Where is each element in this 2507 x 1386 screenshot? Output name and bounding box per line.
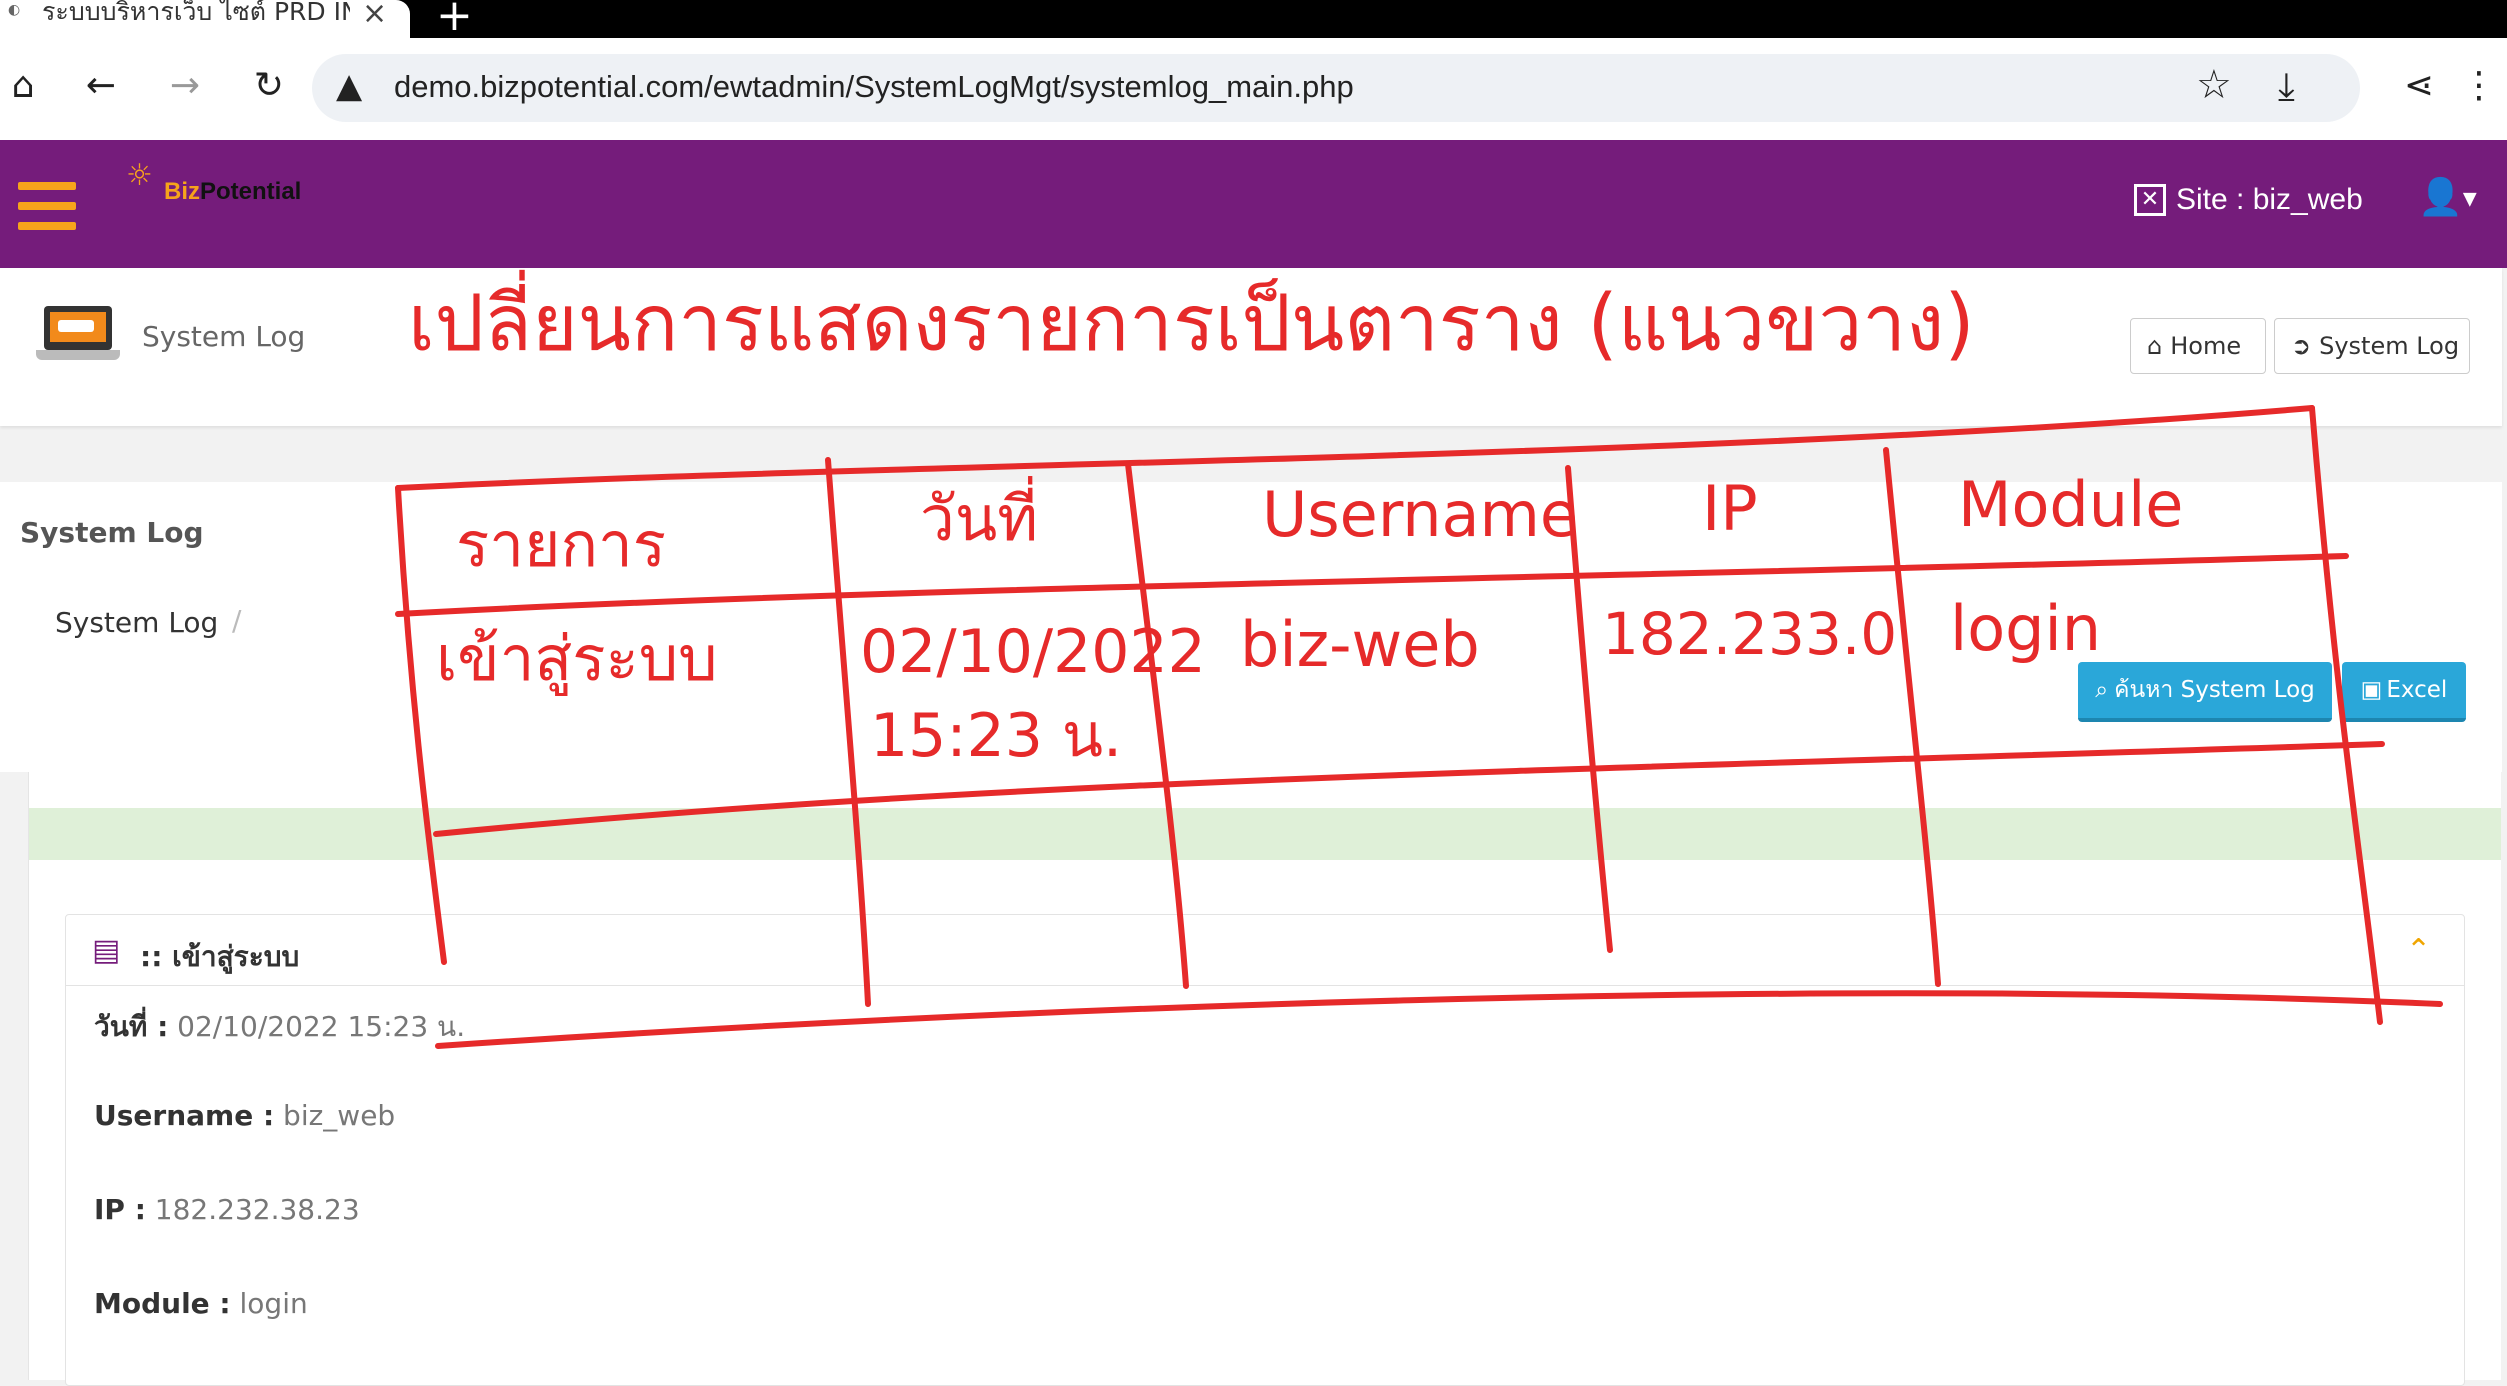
download-icon[interactable]: ⤓ (2278, 64, 2295, 109)
home-button[interactable]: ⌂ Home (2130, 318, 2266, 374)
tab-title: ระบบบริหารเว็บ ไซต์ PRD IN (42, 0, 350, 26)
logo-text: BizPotential (164, 178, 302, 205)
bizpotential-logo[interactable]: ☼ BizPotential (126, 158, 316, 218)
chevron-up-icon[interactable]: ⌃ (2406, 933, 2431, 968)
not-secure-icon[interactable]: ▲ (336, 66, 362, 106)
user-gear-icon: 👤 (2418, 177, 2463, 218)
forward-icon[interactable]: → (162, 62, 208, 108)
browser-toolbar: ⌂ ← → ↻ ▲ demo.bizpotential.com/ewtadmin… (0, 38, 2507, 140)
close-tab-icon[interactable]: × (362, 0, 387, 31)
log-section: System Log System Log / ⌕ ค้นหา System Lo… (0, 482, 2502, 772)
lightbulb-icon: ☼ (126, 158, 153, 193)
site-selector[interactable]: ✕ Site : biz_web (2134, 178, 2363, 222)
browser-tab[interactable]: ◐ ระบบบริหารเว็บ ไซต์ PRD IN × (0, 0, 410, 38)
favicon-icon: ◐ (8, 2, 21, 18)
field-module: Module : login (94, 1287, 308, 1320)
user-monitor-icon: ▤ (92, 933, 121, 968)
excel-file-icon: ▣ (2360, 677, 2383, 703)
laptop-icon (36, 306, 120, 368)
address-bar[interactable]: ▲ demo.bizpotential.com/ewtadmin/SystemL… (312, 54, 2360, 122)
page-title: System Log (142, 320, 306, 353)
user-settings-menu[interactable]: 👤▼ (2418, 176, 2477, 218)
hamburger-menu-icon[interactable] (18, 182, 76, 234)
site-label: Site : biz_web (2176, 183, 2363, 216)
back-icon[interactable]: ← (78, 62, 124, 108)
panel-header[interactable]: ▤ :: เข้าสู่ระบบ ⌃ (66, 915, 2464, 986)
section-title: System Log (20, 516, 204, 549)
reload-icon[interactable]: ↻ (246, 62, 292, 108)
chevron-down-icon: ▼ (2462, 188, 2477, 210)
field-ip: IP : 182.232.38.23 (94, 1193, 360, 1226)
breadcrumb-separator: / (232, 604, 242, 637)
new-tab-icon[interactable]: + (436, 0, 473, 41)
share-icon[interactable]: ⋖ (2396, 62, 2442, 108)
site-icon: ✕ (2134, 184, 2166, 216)
log-entry-panel: ▤ :: เข้าสู่ระบบ ⌃ วันที่ : 02/10/2022 1… (65, 914, 2465, 1386)
breadcrumb-system-log[interactable]: System Log (55, 606, 218, 639)
more-menu-icon[interactable]: ⋮ (2456, 62, 2502, 108)
search-icon: ⌕ (2095, 677, 2109, 703)
excel-export-button[interactable]: ▣ Excel (2342, 662, 2466, 722)
house-icon: ⌂ (2147, 332, 2163, 360)
browser-tabstrip: ◐ ระบบบริหารเว็บ ไซต์ PRD IN × + (0, 0, 2507, 41)
panel-title: :: เข้าสู่ระบบ (140, 940, 300, 973)
app-header: ☼ BizPotential ✕ Site : biz_web 👤▼ (0, 140, 2507, 268)
page-header: System Log ⌂ Home ➲ System Log (0, 268, 2502, 426)
home-icon[interactable]: ⌂ (0, 62, 46, 108)
field-username: Username : biz_web (94, 1099, 396, 1132)
bookmark-star-icon[interactable]: ☆ (2196, 62, 2232, 108)
success-bar (29, 808, 2501, 860)
content-area: ▤ :: เข้าสู่ระบบ ⌃ วันที่ : 02/10/2022 1… (28, 772, 2501, 1386)
field-date: วันที่ : 02/10/2022 15:23 น. (94, 1010, 466, 1043)
arrow-circle-icon: ➲ (2291, 332, 2312, 360)
system-log-button[interactable]: ➲ System Log (2274, 318, 2470, 374)
url-text[interactable]: demo.bizpotential.com/ewtadmin/SystemLog… (394, 69, 1354, 105)
search-system-log-button[interactable]: ⌕ ค้นหา System Log (2078, 662, 2332, 722)
